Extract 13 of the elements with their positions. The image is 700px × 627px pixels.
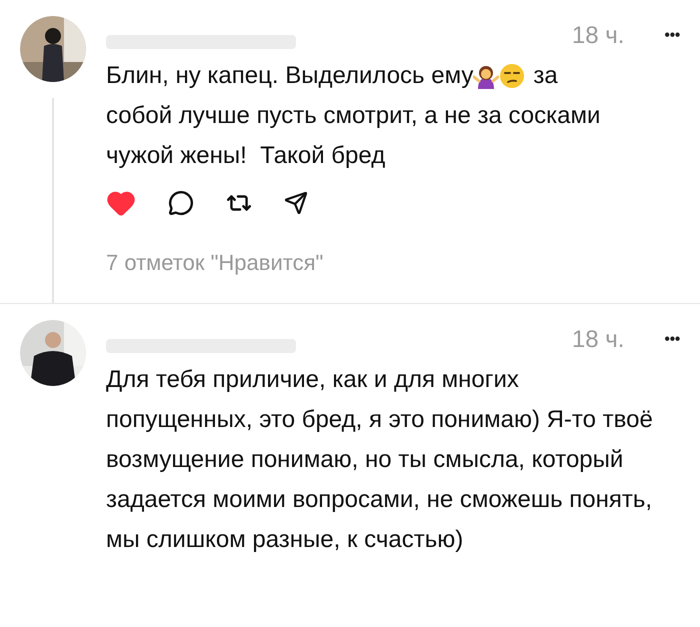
unamused-face-icon bbox=[499, 63, 526, 89]
more-button[interactable]: ••• bbox=[664, 328, 680, 352]
comment-text: Для тебя приличие, как и для многих попущенных, это бред, я это понимаю) Я-то твоё возмущение понимаю, но ты смысла, который задается моими вопросами, не сможешь понять, мы слишком разные, к счастью) bbox=[106, 365, 654, 555]
timestamp: 18 ч. bbox=[572, 325, 624, 355]
comment-text: за bbox=[533, 61, 558, 91]
shrugging-person-icon bbox=[473, 63, 500, 89]
more-button[interactable]: ••• bbox=[664, 24, 680, 48]
timestamp: 18 ч. bbox=[572, 21, 624, 51]
likes-count: 7 отметок "Нравится" bbox=[106, 250, 324, 275]
comment-text: собой лучше пусть смотрит, а не за сосками чужой жены! Такой бред bbox=[106, 101, 602, 171]
comment-button[interactable] bbox=[168, 190, 194, 216]
comment-text: Блин, ну капец. Выделилось ему bbox=[106, 61, 474, 91]
share-button[interactable] bbox=[284, 191, 308, 215]
